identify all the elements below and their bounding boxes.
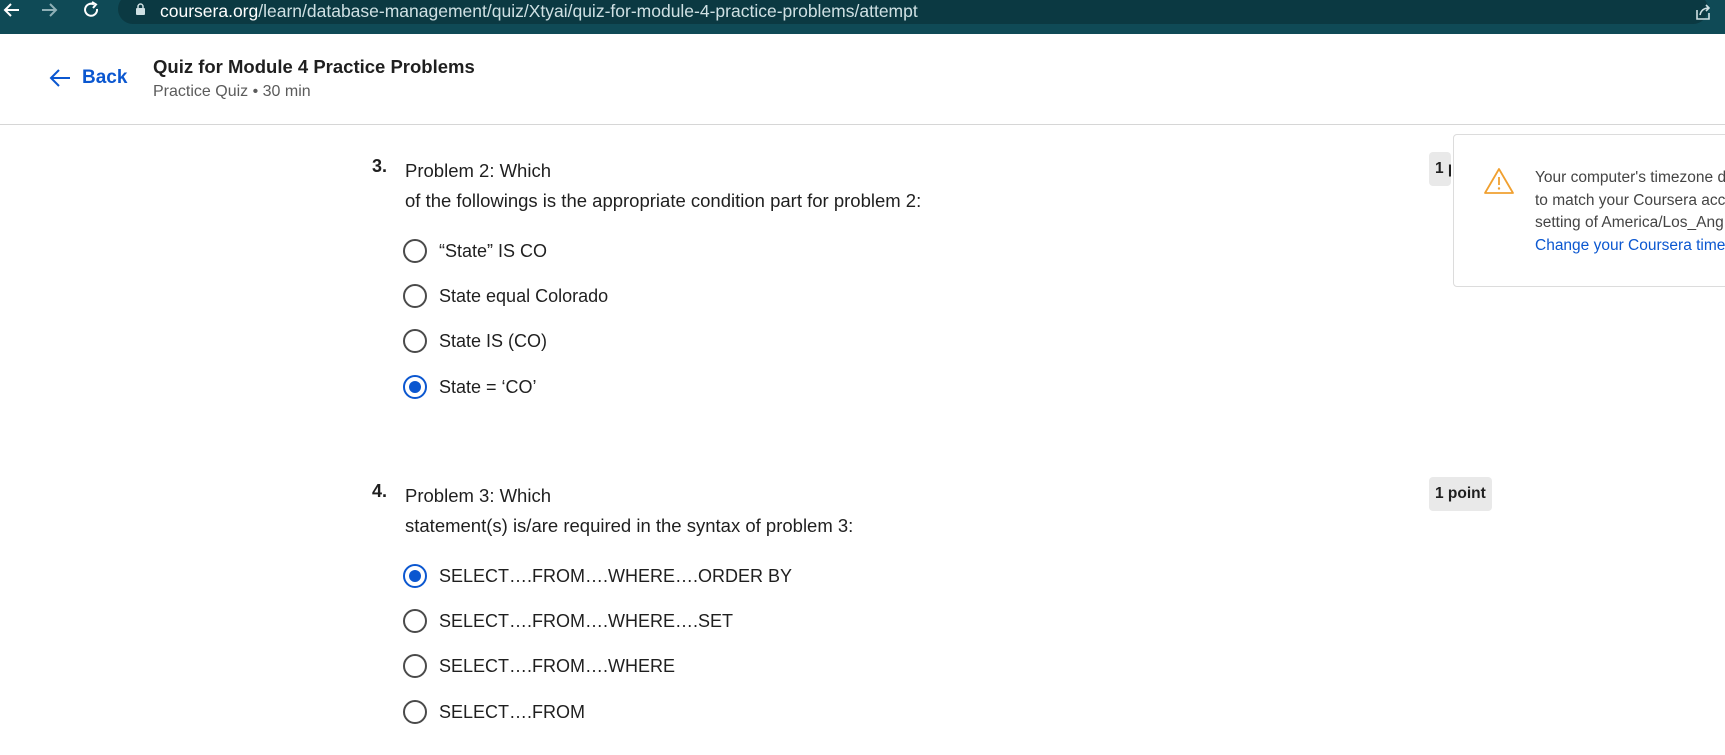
option-2[interactable]: State equal Colorado (403, 281, 1003, 311)
option-3[interactable]: State IS (CO) (403, 326, 1003, 356)
page-title: Quiz for Module 4 Practice Problems (153, 56, 475, 77)
option-label: “State” IS CO (439, 240, 548, 261)
quiz-header: Back Quiz for Module 4 Practice Problems… (0, 34, 1725, 125)
arrow-left-icon[interactable] (0, 0, 24, 24)
radio-button-selected[interactable] (403, 375, 427, 399)
option-1[interactable]: SELECT….FROM….WHERE….ORDER BY (403, 561, 1003, 591)
change-timezone-link[interactable]: Change your Coursera time (1535, 235, 1725, 258)
question-3: 3. Problem 2: Which of the followings is… (372, 152, 1492, 416)
question-text-line: Problem 3: Which (405, 485, 551, 506)
radio-button[interactable] (403, 654, 427, 678)
timezone-line: Your computer's timezone d (1535, 169, 1725, 186)
radio-button[interactable] (403, 329, 427, 353)
option-label: SELECT….FROM (439, 701, 586, 722)
question-4: 4. Problem 3: Which statement(s) is/are … (372, 477, 1492, 751)
radio-button[interactable] (403, 609, 427, 633)
option-label: SELECT….FROM….WHERE (439, 655, 676, 676)
option-1[interactable]: “State” IS CO (403, 236, 1003, 266)
question-text: Problem 2: Which of the followings is th… (405, 156, 921, 216)
option-2[interactable]: SELECT….FROM….WHERE….SET (403, 606, 1003, 636)
points-badge: 1 point (1429, 152, 1451, 186)
url-path: /learn/database-management/quiz/Xtyai/qu… (258, 1, 918, 21)
quiz-subtitle: Practice Quiz • 30 min (153, 83, 311, 100)
question-text: Problem 3: Which statement(s) is/are req… (405, 481, 853, 541)
warning-icon (1484, 168, 1514, 194)
lock-icon (136, 3, 145, 15)
option-4[interactable]: State = ‘CO’ (403, 372, 1003, 402)
timezone-line: setting of America/Los_Ang (1535, 214, 1724, 231)
radio-button[interactable] (403, 284, 427, 308)
arrow-left-icon (49, 69, 70, 87)
option-label: SELECT….FROM….WHERE….SET (439, 610, 734, 631)
timezone-message: Your computer's timezone d to match your… (1535, 167, 1725, 257)
option-label: SELECT….FROM….WHERE….ORDER BY (439, 565, 793, 586)
radio-button[interactable] (403, 700, 427, 724)
points-badge: 1 point (1429, 477, 1492, 511)
arrow-right-icon[interactable] (37, 0, 61, 24)
question-text-line: statement(s) is/are required in the synt… (405, 515, 854, 536)
question-number: 3. (372, 156, 388, 176)
timezone-notice: Your computer's timezone d to match your… (1453, 134, 1725, 287)
url-domain: coursera.org (160, 1, 259, 21)
option-label: State equal Colorado (439, 285, 609, 306)
radio-button[interactable] (403, 239, 427, 263)
option-label: State IS (CO) (439, 330, 548, 351)
url-text[interactable]: coursera.org/learn/database-management/q… (160, 0, 918, 22)
option-label: State = ‘CO’ (439, 376, 537, 397)
share-icon[interactable] (1693, 2, 1713, 22)
question-number: 4. (372, 481, 388, 501)
browser-toolbar: coursera.org/learn/database-management/q… (0, 0, 1725, 34)
option-4[interactable]: SELECT….FROM (403, 697, 1003, 727)
back-button[interactable]: Back (48, 64, 127, 92)
option-3[interactable]: SELECT….FROM….WHERE (403, 651, 1003, 681)
question-text-line: Problem 2: Which (405, 160, 551, 181)
question-text-line: of the followings is the appropriate con… (405, 190, 922, 211)
radio-button-selected[interactable] (403, 564, 427, 588)
back-label: Back (82, 67, 128, 88)
timezone-line: to match your Coursera acc (1535, 191, 1725, 209)
reload-icon[interactable] (79, 0, 103, 24)
